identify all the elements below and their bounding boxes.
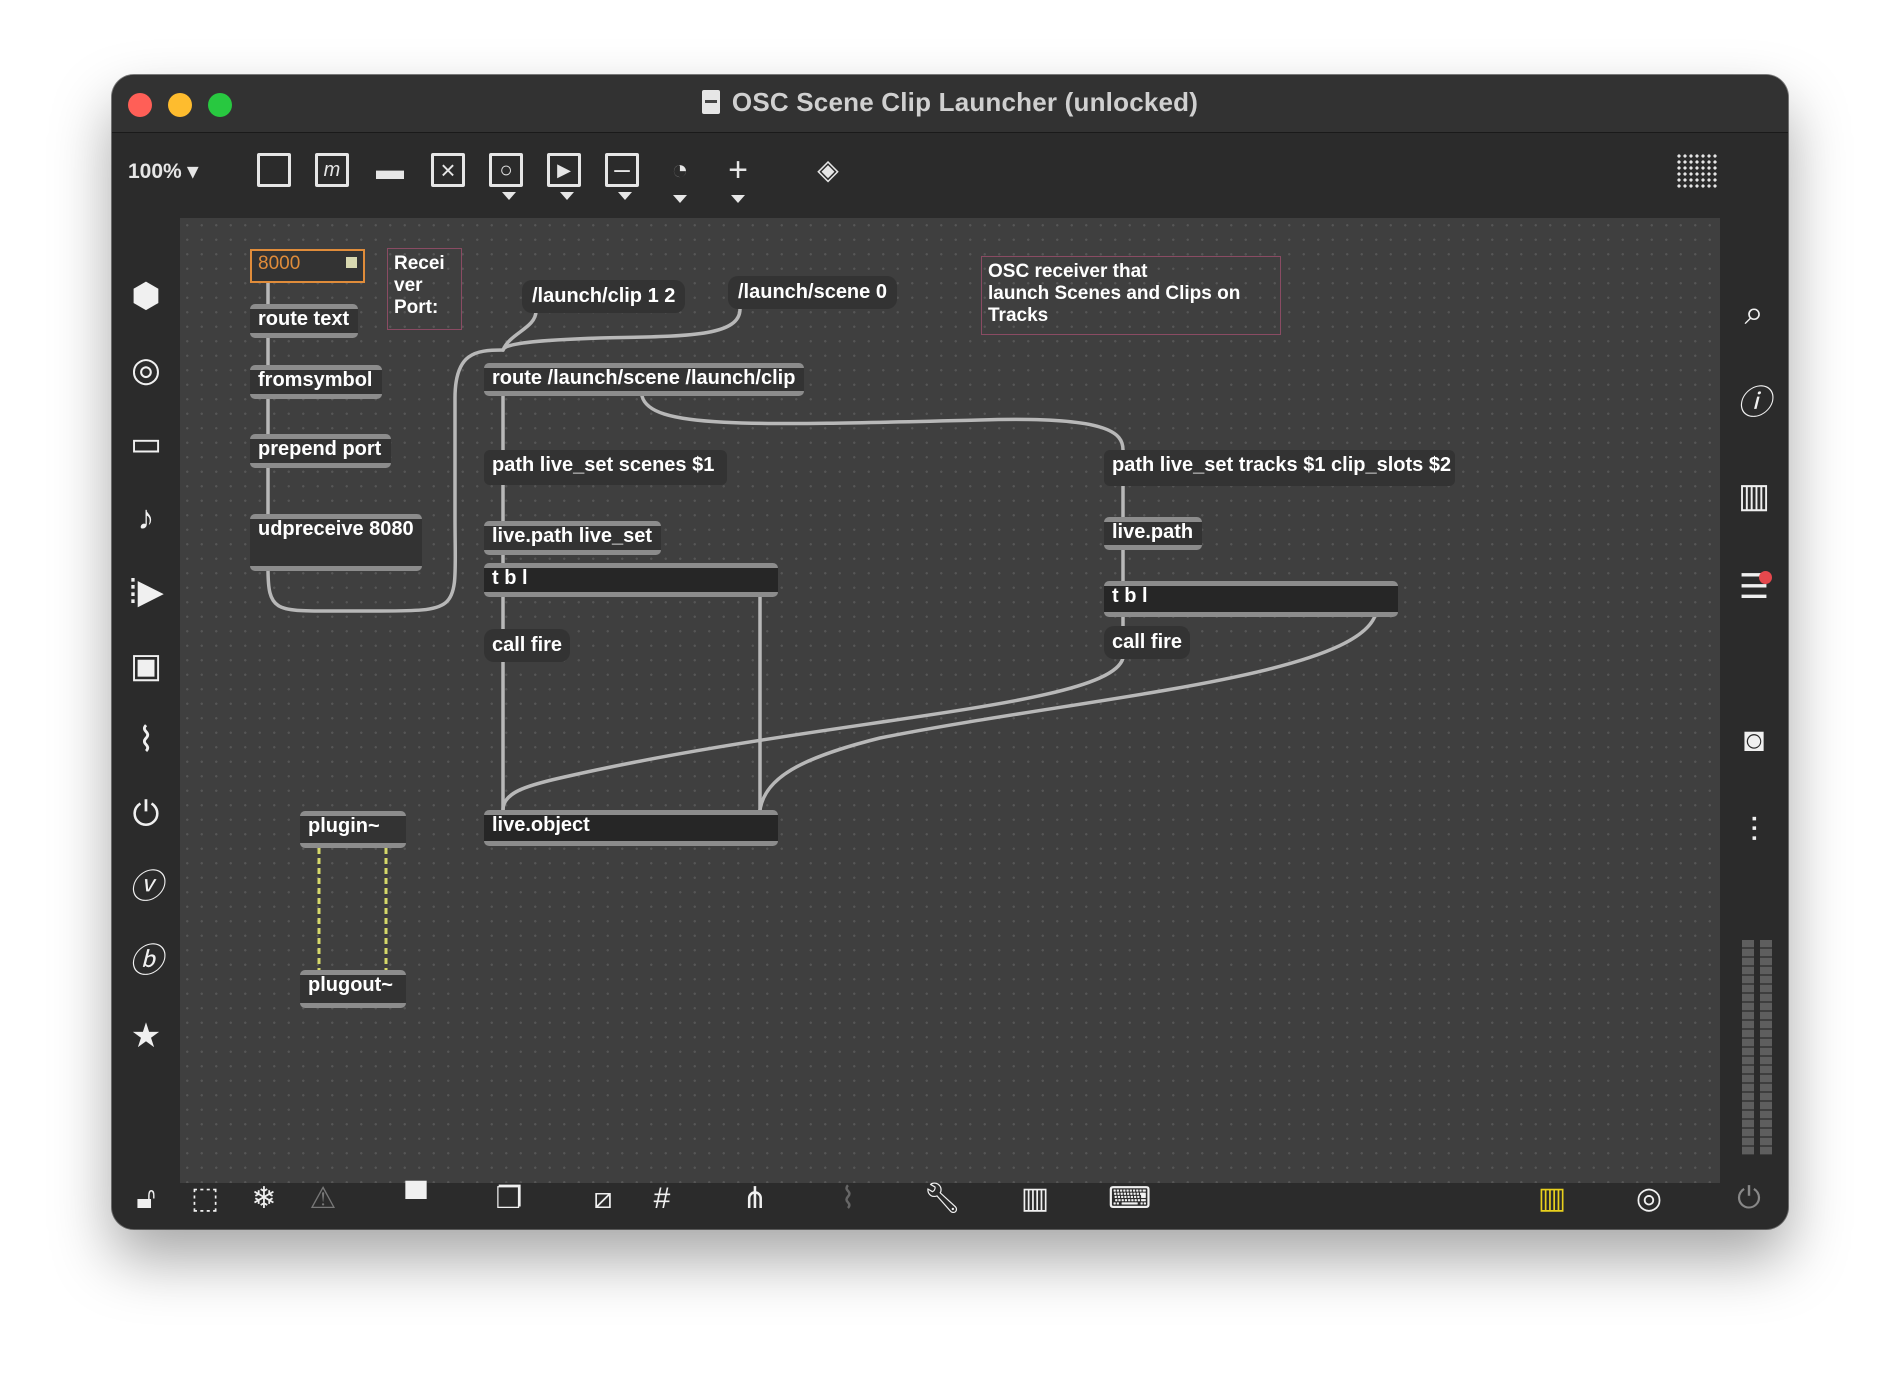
- mixer-icon[interactable]: ⫶: [1734, 811, 1774, 851]
- path-tracks-object[interactable]: path live_set tracks $1 clip_slots $2: [1104, 450, 1455, 486]
- route-text-object[interactable]: route text: [250, 304, 358, 338]
- zoom-value: 100%: [128, 160, 182, 183]
- left-sidebar: ⬢ ◎ ▭ ♪ ⁞▶ ▣ ⌇ ⏻ ⓥ ⓑ ★: [112, 218, 180, 1183]
- mixer-bars-icon[interactable]: ▥: [1532, 1179, 1572, 1219]
- dial-icon[interactable]: ◔: [663, 153, 697, 203]
- paint-bucket-icon[interactable]: ◈: [811, 153, 845, 187]
- vizzie-icon[interactable]: ⓥ: [126, 868, 166, 908]
- music-note-icon[interactable]: ♪: [126, 498, 166, 538]
- align-icon[interactable]: ⧄: [583, 1179, 623, 1219]
- title-bar: OSC Scene Clip Launcher (unlocked): [112, 75, 1788, 133]
- layers-icon[interactable]: ❐: [489, 1179, 529, 1219]
- route-launch-object[interactable]: route /launch/scene /launch/clip: [484, 363, 804, 396]
- plugout-object[interactable]: plugout~: [300, 970, 406, 1008]
- livepath-object[interactable]: live.path: [1104, 517, 1202, 550]
- live-object-object[interactable]: live.object: [484, 810, 778, 846]
- document-icon: [701, 90, 720, 114]
- comment-icon[interactable]: ▬: [373, 153, 407, 187]
- transport-play-icon[interactable]: ◎: [1629, 1179, 1669, 1219]
- toolbar: 100% ▾ m ▬ × ○ ▶ – ◔ + ◈: [112, 133, 1788, 218]
- bottom-toolbar: 🔓︎ ⬚ ❄ ⚠ ▀ ❐ ⧄ # ⋔ ⌇ 🔧︎ ▥ ⌨ ▥ ◎ ⏻: [112, 1182, 1788, 1229]
- hierarchy-icon[interactable]: ⋔: [735, 1179, 775, 1219]
- path-scenes-object[interactable]: path live_set scenes $1: [484, 450, 727, 485]
- console-icon[interactable]: ☰: [1734, 567, 1774, 607]
- film-icon[interactable]: ▭: [126, 424, 166, 464]
- cube-icon[interactable]: ⬢: [126, 276, 166, 316]
- message-box-icon[interactable]: m: [315, 153, 349, 187]
- bpatcher-icon[interactable]: ⓑ: [126, 942, 166, 982]
- notification-dot: [1759, 571, 1772, 584]
- udpreceive-object[interactable]: udpreceive 8080: [250, 514, 422, 571]
- patch-cords: [266, 272, 1377, 970]
- plug-icon[interactable]: ⏻: [126, 794, 166, 834]
- target-icon[interactable]: ◎: [126, 350, 166, 390]
- tbl-right-object[interactable]: t b l: [1104, 581, 1398, 617]
- plugin-object[interactable]: plugin~: [300, 811, 406, 848]
- receiver-port-number[interactable]: 8000: [250, 249, 365, 283]
- reference-book-icon[interactable]: ▥: [1734, 476, 1774, 516]
- warning-icon[interactable]: ⚠: [303, 1179, 343, 1219]
- cord-callfire-right-liveobject: [501, 656, 1125, 812]
- livepath-liveset-object[interactable]: live.path live_set: [484, 521, 661, 555]
- receiver-port-value: 8000: [258, 253, 301, 274]
- prepend-port-object[interactable]: prepend port: [250, 434, 391, 468]
- search-icon[interactable]: ⌕: [1734, 293, 1774, 333]
- window-title: OSC Scene Clip Launcher (unlocked): [112, 87, 1788, 118]
- presentation-mode-icon[interactable]: ▀: [396, 1179, 436, 1219]
- lock-icon[interactable]: 🔓︎: [126, 1179, 166, 1219]
- info-icon[interactable]: ⓘ: [1734, 384, 1774, 424]
- add-dependency-icon[interactable]: ⌇: [828, 1179, 868, 1219]
- description-comment: OSC receiver that launch Scenes and Clip…: [981, 256, 1281, 335]
- level-meter-left: [1742, 940, 1754, 1155]
- add-icon[interactable]: +: [721, 153, 755, 203]
- playbar-icon[interactable]: ▶: [547, 153, 581, 200]
- piano-icon[interactable]: ▥: [1015, 1179, 1055, 1219]
- keyboard-icon[interactable]: ⌨: [1108, 1179, 1151, 1219]
- cord-route-path-tracks: [640, 394, 1125, 452]
- cord-scene-msg: [501, 307, 742, 352]
- grid-icon[interactable]: #: [642, 1179, 682, 1219]
- call-fire-right-message[interactable]: call fire: [1104, 626, 1191, 659]
- patch-canvas[interactable]: 8000 Recei ver Port: OSC receiver that l…: [180, 218, 1720, 1183]
- launch-scene-message[interactable]: /launch/scene 0: [728, 276, 897, 309]
- button-icon[interactable]: ○: [489, 153, 523, 200]
- slider-icon[interactable]: –: [605, 153, 639, 200]
- patcher-window: OSC Scene Clip Launcher (unlocked) 100% …: [112, 75, 1788, 1229]
- cord-tbl-right-liveobject: [758, 614, 1377, 812]
- paperclip-icon[interactable]: ⌇: [126, 720, 166, 760]
- star-icon[interactable]: ★: [126, 1016, 166, 1056]
- tbl-left-object[interactable]: t b l: [484, 563, 778, 597]
- freeze-icon[interactable]: ❄: [244, 1179, 284, 1219]
- image-icon[interactable]: ▣: [126, 646, 166, 686]
- receiver-port-comment: Recei ver Port:: [387, 248, 462, 330]
- toggle-icon[interactable]: ×: [431, 153, 465, 187]
- fromsymbol-object[interactable]: fromsymbol: [250, 365, 382, 399]
- presentation-select-icon[interactable]: ⬚: [185, 1179, 225, 1219]
- power-icon[interactable]: ⏻: [1729, 1179, 1769, 1219]
- right-sidebar: ⌕ ⓘ ▥ ☰ ◙ ⫶: [1720, 218, 1788, 1183]
- window-title-text: OSC Scene Clip Launcher (unlocked): [731, 87, 1199, 117]
- level-meter-right: [1760, 940, 1772, 1155]
- object-box-icon[interactable]: [257, 153, 291, 187]
- zoom-select[interactable]: 100% ▾: [128, 159, 198, 184]
- step-icon[interactable]: ⁞▶: [126, 572, 166, 612]
- numbox-indicator: [346, 257, 357, 268]
- wrench-icon[interactable]: 🔧︎: [922, 1179, 962, 1219]
- grid-toggle-icon[interactable]: [1676, 153, 1718, 189]
- camera-icon[interactable]: ◙: [1734, 720, 1774, 760]
- call-fire-left-message[interactable]: call fire: [484, 629, 571, 662]
- launch-clip-message[interactable]: /launch/clip 1 2: [522, 280, 686, 313]
